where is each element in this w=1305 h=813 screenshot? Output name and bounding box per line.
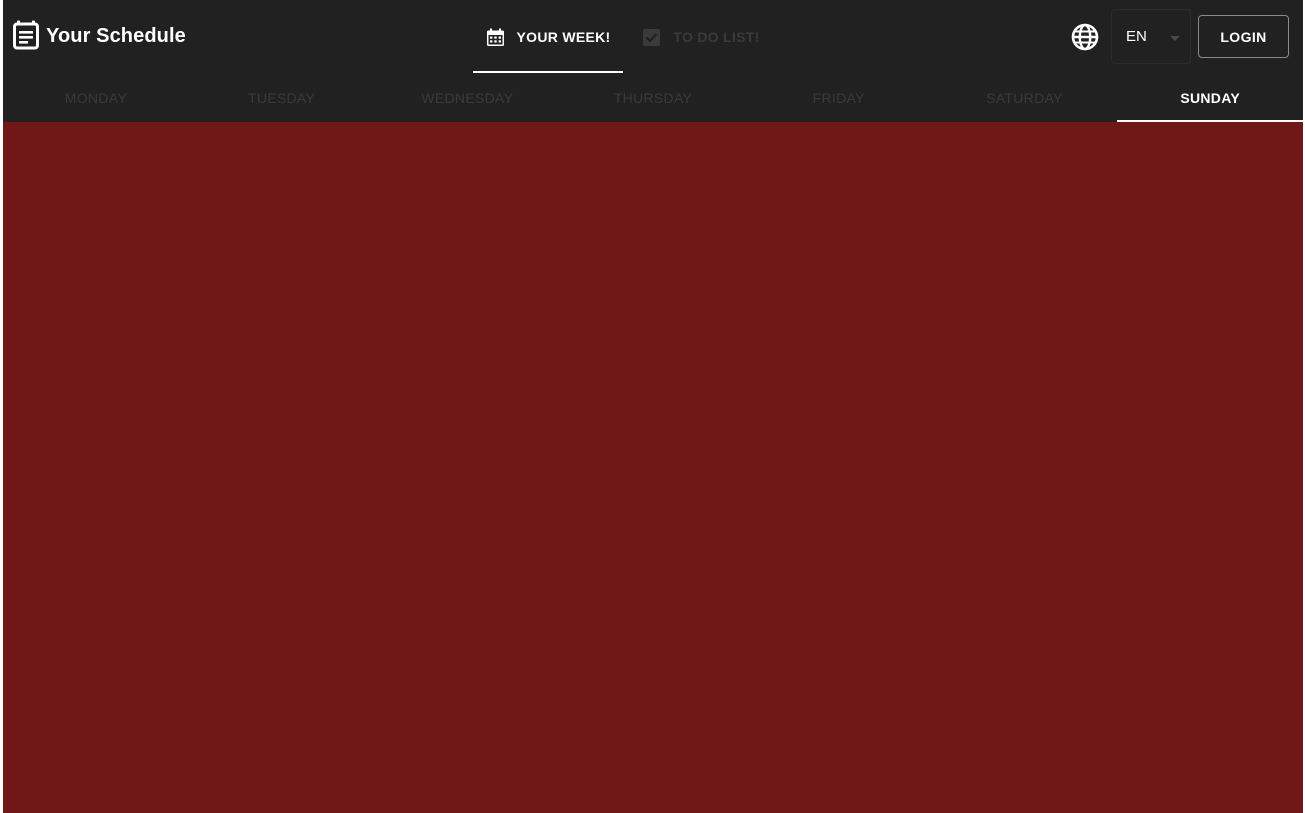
- active-tab-indicator: [473, 71, 623, 73]
- globe-icon[interactable]: [1071, 23, 1099, 51]
- tab-sunday[interactable]: SUNDAY: [1117, 74, 1303, 122]
- day-tabs: MONDAY TUESDAY WEDNESDAY THURSDAY FRIDAY…: [3, 74, 1303, 122]
- calendar-icon: [486, 28, 505, 47]
- tab-saturday[interactable]: SATURDAY: [932, 74, 1118, 122]
- schedule-icon: [13, 20, 42, 52]
- tab-tuesday[interactable]: TUESDAY: [189, 74, 375, 122]
- tab-to-do-list[interactable]: TO DO LIST!: [631, 0, 771, 74]
- checkbox-icon: [642, 28, 661, 47]
- chevron-down-icon: [1170, 36, 1180, 41]
- schedule-content: [3, 122, 1303, 813]
- language-select[interactable]: EN: [1111, 9, 1191, 64]
- tab-to-do-list-label: TO DO LIST!: [673, 29, 760, 45]
- tab-monday[interactable]: MONDAY: [3, 74, 189, 122]
- language-value: EN: [1126, 28, 1147, 45]
- brand[interactable]: Your Schedule: [13, 20, 186, 52]
- tab-friday[interactable]: FRIDAY: [746, 74, 932, 122]
- tab-your-week-label: YOUR WEEK!: [516, 29, 611, 45]
- tab-wednesday[interactable]: WEDNESDAY: [374, 74, 560, 122]
- login-button[interactable]: LOGIN: [1198, 15, 1289, 58]
- app-title: Your Schedule: [46, 24, 186, 47]
- tab-your-week[interactable]: YOUR WEEK!: [473, 0, 623, 74]
- tab-thursday[interactable]: THURSDAY: [560, 74, 746, 122]
- app-bar: Your Schedule YOUR WEEK! TO DO LIST! EN …: [3, 0, 1303, 74]
